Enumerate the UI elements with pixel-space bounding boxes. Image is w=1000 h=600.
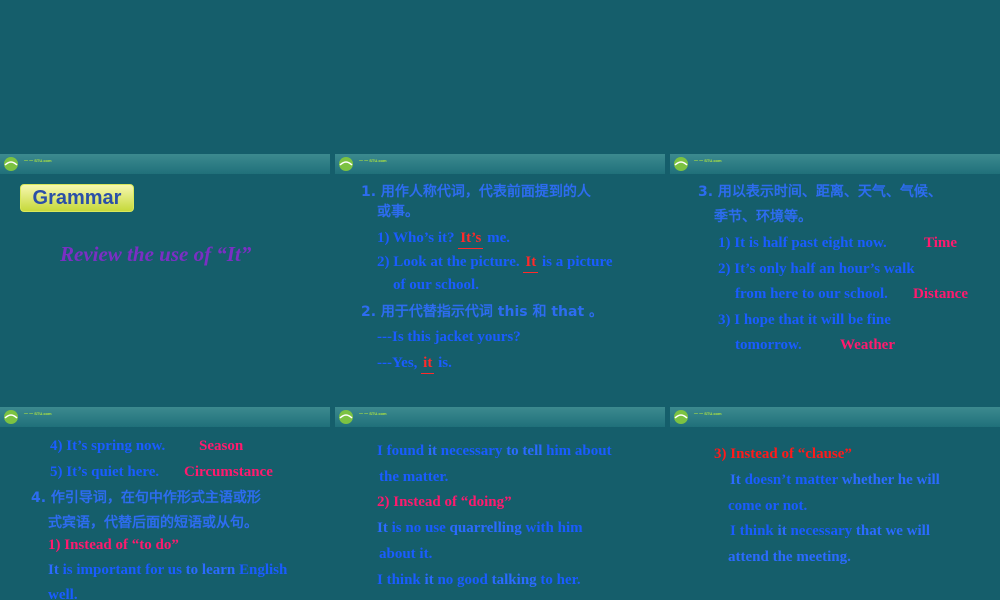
example-line: 2) It’s only half an hour’s walk: [718, 261, 915, 277]
example-line: I found it necessary to tell him about: [377, 443, 612, 459]
example-line: 5) It’s quiet here.: [50, 464, 160, 480]
logo-text: 一 一 STU.com: [24, 158, 52, 163]
answer-blank: it: [421, 353, 435, 374]
slide-it-instead-of-doing: 一 一 STU.com I found it necessary to tell…: [335, 407, 665, 600]
logo-text: 一 一 STU.com: [359, 158, 387, 163]
category-tag: Distance: [913, 286, 968, 302]
example-line: It doesn’t matter whether he will: [730, 472, 940, 488]
example-line: I think it necessary that we will: [730, 523, 931, 539]
example-line: ---Yes, it is.: [377, 353, 452, 374]
grammar-badge: Grammar: [20, 184, 134, 212]
category-tag: Time: [924, 235, 958, 251]
slide-it-time-distance: 一 一 STU.com 3. 用以表示时间、距离、天气、气候、 季节、环境等。 …: [670, 154, 1000, 401]
sub-heading: 2) Instead of “doing”: [377, 494, 512, 510]
slide-it-instead-of-clause: 一 一 STU.com 3) Instead of “clause” It do…: [670, 407, 1000, 600]
answer-blank: It’s: [458, 228, 484, 249]
slide-header-bar: 一 一 STU.com: [335, 154, 665, 174]
example-line: It is no use quarrelling with him: [377, 520, 583, 536]
rule-heading: 或事。: [377, 204, 419, 220]
answer-blank: It: [523, 252, 539, 273]
example-line: attend the meeting.: [728, 549, 851, 565]
rule-heading: 式宾语，代替后面的短语或从句。: [48, 515, 258, 531]
logo-text: 一 一 STU.com: [694, 411, 722, 416]
slide-header-bar: 一 一 STU.com: [0, 154, 330, 174]
example-line: tomorrow.: [735, 337, 802, 353]
sub-heading: 3) Instead of “clause”: [714, 446, 852, 462]
rule-heading: 2. 用于代替指示代词 this 和 that 。: [361, 304, 604, 320]
logo-text: 一 一 STU.com: [24, 411, 52, 416]
slide-grammar-title: 一 一 STU.com Grammar Review the use of “I…: [0, 154, 330, 401]
example-line: of our school.: [393, 277, 479, 293]
example-line: It is important for us to learn English: [48, 562, 288, 578]
rule-heading: 4. 作引导词，在句中作形式主语或形: [31, 490, 261, 506]
category-tag: Circumstance: [184, 464, 273, 480]
example-line: 4) It’s spring now.: [50, 438, 166, 454]
slide-it-season-introductory: 一 一 STU.com 4) It’s spring now. Season 5…: [0, 407, 330, 600]
rule-heading: 1. 用作人称代词，代表前面提到的人: [361, 184, 591, 200]
slide-header-bar: 一 一 STU.com: [335, 407, 665, 427]
slide-subtitle: Review the use of “It”: [60, 242, 252, 266]
example-line: 2) Look at the picture. It is a picture: [377, 252, 613, 273]
category-tag: Season: [199, 438, 244, 454]
example-line: 1) Who’s it? It’s me.: [377, 228, 510, 249]
example-line: well.: [48, 587, 78, 600]
slide-it-pronoun: 一 一 STU.com 1. 用作人称代词，代表前面提到的人 或事。 1) Wh…: [335, 154, 665, 401]
category-tag: Weather: [840, 337, 895, 353]
example-line: 1) It is half past eight now.: [718, 235, 887, 251]
example-line: about it.: [379, 546, 433, 562]
rule-heading: 3. 用以表示时间、距离、天气、气候、: [698, 184, 942, 200]
example-line: ---Is this jacket yours?: [377, 329, 521, 345]
example-line: from here to our school.: [735, 286, 888, 302]
example-line: the matter.: [379, 469, 449, 485]
rule-heading: 季节、环境等。: [714, 209, 812, 225]
sub-heading: 1) Instead of “to do”: [48, 537, 179, 553]
example-line: come or not.: [728, 498, 808, 514]
slide-header-bar: 一 一 STU.com: [670, 407, 1000, 427]
example-line: I think it no good talking to her.: [377, 572, 581, 588]
logo-text: 一 一 STU.com: [694, 158, 722, 163]
logo-text: 一 一 STU.com: [359, 411, 387, 416]
slide-header-bar: 一 一 STU.com: [0, 407, 330, 427]
example-line: 3) I hope that it will be fine: [718, 312, 891, 328]
slide-header-bar: 一 一 STU.com: [670, 154, 1000, 174]
